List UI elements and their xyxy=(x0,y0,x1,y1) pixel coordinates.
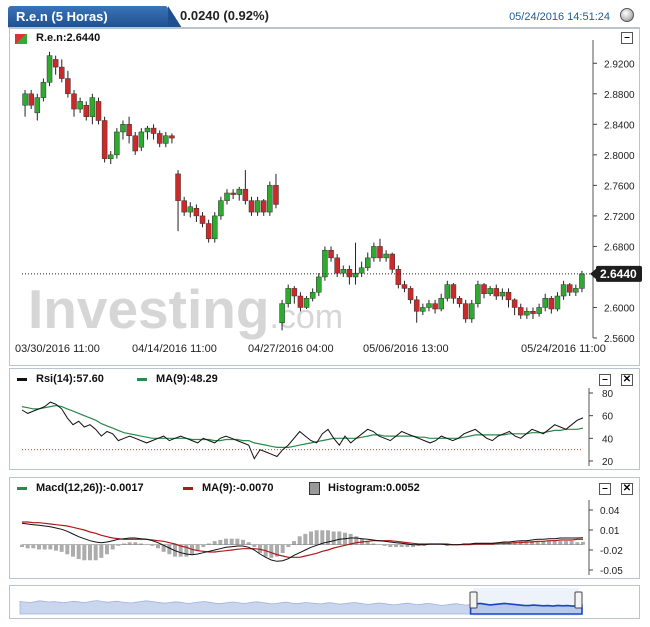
navigator-selected-area xyxy=(469,602,583,615)
navigator-chart[interactable] xyxy=(0,0,650,627)
navigator-left-handle[interactable] xyxy=(469,591,478,609)
navigator-area xyxy=(19,600,472,615)
navigator-right-handle[interactable] xyxy=(574,591,583,609)
